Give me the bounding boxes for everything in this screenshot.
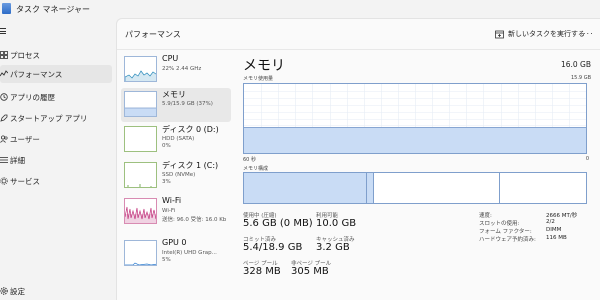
resource-item-gpu[interactable]: GPU 0 Intel(R) UHD Grap... 5% (121, 237, 231, 271)
cpu-thumbnail-graph (124, 56, 157, 82)
disk-1-thumbnail-graph (124, 162, 157, 188)
run-new-task-label: 新しいタスクを実行する (508, 30, 585, 38)
resource-name: メモリ (162, 90, 186, 99)
memory-thumbnail-graph (124, 91, 157, 117)
available-value: 10.0 GB (316, 218, 357, 229)
hw-reserved-value: 116 MB (546, 235, 567, 241)
resource-item-wifi[interactable]: Wi-Fi Wi-Fi 送信: 96.0 受信: 16.0 Kb (121, 195, 231, 229)
resource-item-disk-1[interactable]: ディスク 1 (C:) SSD (NVMe) 3% (121, 159, 231, 193)
resource-name: Wi-Fi (162, 196, 182, 205)
nav-label: アプリの履歴 (10, 92, 55, 102)
details-icon (0, 156, 8, 164)
composition-label: メモリ構成 (243, 166, 269, 172)
nav-label: 設定 (10, 286, 25, 296)
memory-stats: 使用中 (圧縮) 5.6 GB (0 MB) 利用可能 10.0 GB コミット… (241, 211, 595, 300)
usage-graph-max: 15.9 GB (570, 75, 591, 81)
disk-0-thumbnail-graph (124, 126, 157, 152)
resource-item-cpu[interactable]: CPU 22% 2.44 GHz (121, 53, 231, 87)
menu-icon[interactable] (0, 28, 6, 34)
nav-label: スタートアップ アプリ (10, 113, 88, 123)
page-title: パフォーマンス (125, 30, 181, 39)
usage-graph-label: メモリ使用量 (243, 76, 274, 82)
composition-modified (367, 173, 374, 203)
resource-detail: 送信: 96.0 受信: 16.0 Kb (162, 217, 227, 223)
gpu-thumbnail-graph (124, 240, 157, 266)
memory-usage-graph (243, 83, 587, 154)
gear-icon (0, 287, 8, 295)
startup-apps-icon (0, 114, 8, 122)
resource-detail: HDD (SATA) (162, 136, 195, 142)
services-icon (0, 177, 8, 185)
memory-title: メモリ (243, 58, 285, 74)
navigation-pane: プロセス パフォーマンス アプリの履歴 スタートアップ アプリ ユーザー 詳細 (0, 20, 115, 300)
resource-item-disk-0[interactable]: ディスク 0 (D:) HDD (SATA) 0% (121, 123, 231, 157)
resource-detail: 5% (162, 257, 171, 263)
nav-item-startup-apps[interactable]: スタートアップ アプリ (0, 109, 112, 127)
form-factor-value: DIMM (546, 227, 562, 233)
processes-icon (0, 51, 8, 59)
resource-name: GPU 0 (162, 238, 187, 247)
nav-label: パフォーマンス (10, 69, 63, 79)
paged-pool-value: 328 MB (243, 266, 281, 277)
speed-label: 速度: (479, 213, 492, 219)
nav-item-performance[interactable]: パフォーマンス (0, 65, 112, 83)
graph-axis-start: 60 秒 (243, 157, 256, 163)
wifi-thumbnail-graph (124, 198, 157, 224)
resource-name: CPU (162, 54, 179, 63)
nav-item-settings[interactable]: 設定 (0, 282, 112, 300)
header-divider (117, 49, 600, 50)
speed-value: 2666 MT/秒 (546, 213, 578, 219)
slots-value: 2/2 (546, 219, 555, 225)
task-manager-icon (2, 3, 11, 14)
composition-standby (373, 173, 501, 203)
slots-label: スロットの使用: (479, 221, 520, 227)
performance-page: パフォーマンス 新しいタスクを実行する ... CPU 22% 2.44 GHz… (116, 18, 600, 300)
users-icon (0, 135, 8, 143)
nav-item-services[interactable]: サービス (0, 172, 112, 190)
in-use-value: 5.6 GB (0 MB) (243, 218, 313, 229)
usage-graph-svg (244, 84, 586, 153)
resource-name: ディスク 0 (D:) (162, 125, 219, 134)
resource-name: ディスク 1 (C:) (162, 161, 219, 170)
app-history-icon (0, 93, 8, 101)
committed-value: 5.4/18.9 GB (243, 242, 303, 253)
memory-composition-bar (243, 172, 587, 204)
window-title: タスク マネージャー (16, 5, 90, 14)
hw-reserved-label: ハードウェア予約済み: (479, 237, 536, 243)
more-options-button[interactable]: ... (583, 27, 594, 36)
composition-in-use (244, 173, 368, 203)
nonpaged-pool-value: 305 MB (291, 266, 329, 277)
nav-item-processes[interactable]: プロセス (0, 46, 112, 64)
memory-detail-panel: メモリ 16.0 GB メモリ使用量 15.9 GB 60 秒 0 メモリ構成 … (241, 53, 595, 300)
resource-detail: 0% (162, 143, 171, 149)
memory-total: 16.0 GB (560, 60, 591, 69)
cached-value: 3.2 GB (316, 242, 350, 253)
usage-area (244, 127, 586, 153)
nav-label: 詳細 (10, 155, 25, 165)
composition-free (500, 173, 586, 203)
run-new-task-button[interactable]: 新しいタスクを実行する (495, 27, 585, 41)
nav-item-users[interactable]: ユーザー (0, 130, 112, 148)
nav-label: ユーザー (10, 134, 40, 144)
resource-item-memory[interactable]: メモリ 5.9/15.9 GB (37%) (121, 88, 231, 122)
run-task-icon (495, 30, 504, 38)
resource-detail: SSD (NVMe) (162, 172, 196, 178)
resource-detail: 5.9/15.9 GB (37%) (162, 101, 213, 107)
title-bar: タスク マネージャー (0, 0, 600, 20)
nav-label: プロセス (10, 50, 40, 60)
resource-detail: Wi-Fi (162, 208, 176, 214)
performance-icon (0, 70, 8, 78)
nav-item-app-history[interactable]: アプリの履歴 (0, 88, 112, 106)
form-factor-label: フォーム ファクター: (479, 229, 532, 235)
nav-label: サービス (10, 176, 40, 186)
nav-item-details[interactable]: 詳細 (0, 151, 112, 169)
graph-axis-end: 0 (585, 156, 589, 162)
resource-detail: 22% 2.44 GHz (162, 66, 202, 72)
resource-detail: Intel(R) UHD Grap... (162, 250, 217, 256)
resource-detail: 3% (162, 179, 171, 185)
